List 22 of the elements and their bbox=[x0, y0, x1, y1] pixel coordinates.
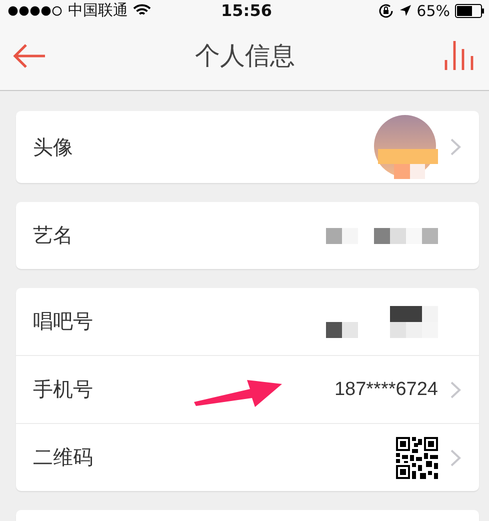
battery-percent: 65% bbox=[416, 2, 450, 20]
back-arrow-icon[interactable] bbox=[12, 42, 46, 68]
row-label: 二维码 bbox=[33, 444, 93, 471]
carrier-name: 中国联通 bbox=[68, 1, 128, 20]
qr-code-icon bbox=[396, 436, 438, 478]
clock-time: 15:56 bbox=[221, 1, 272, 20]
row-label: 艺名 bbox=[33, 222, 73, 249]
battery-icon bbox=[455, 4, 485, 18]
settings-row[interactable]: 二维码 bbox=[16, 423, 479, 491]
row-label: 头像 bbox=[33, 134, 73, 160]
row-label: 唱吧号 bbox=[33, 308, 93, 335]
settings-row[interactable]: 头像 bbox=[16, 111, 479, 183]
phone-number: 187****6724 bbox=[334, 378, 438, 400]
rotation-lock-icon bbox=[378, 2, 394, 18]
wifi-icon bbox=[133, 4, 151, 17]
equalizer-icon[interactable] bbox=[444, 40, 475, 71]
location-icon bbox=[398, 4, 412, 17]
settings-row[interactable]: 艺名 bbox=[16, 202, 479, 269]
settings-row[interactable]: 唱吧号 bbox=[16, 288, 479, 355]
row-label: 手机号 bbox=[33, 376, 93, 403]
signal-icon bbox=[8, 6, 63, 16]
page-title: 个人信息 bbox=[195, 40, 295, 72]
